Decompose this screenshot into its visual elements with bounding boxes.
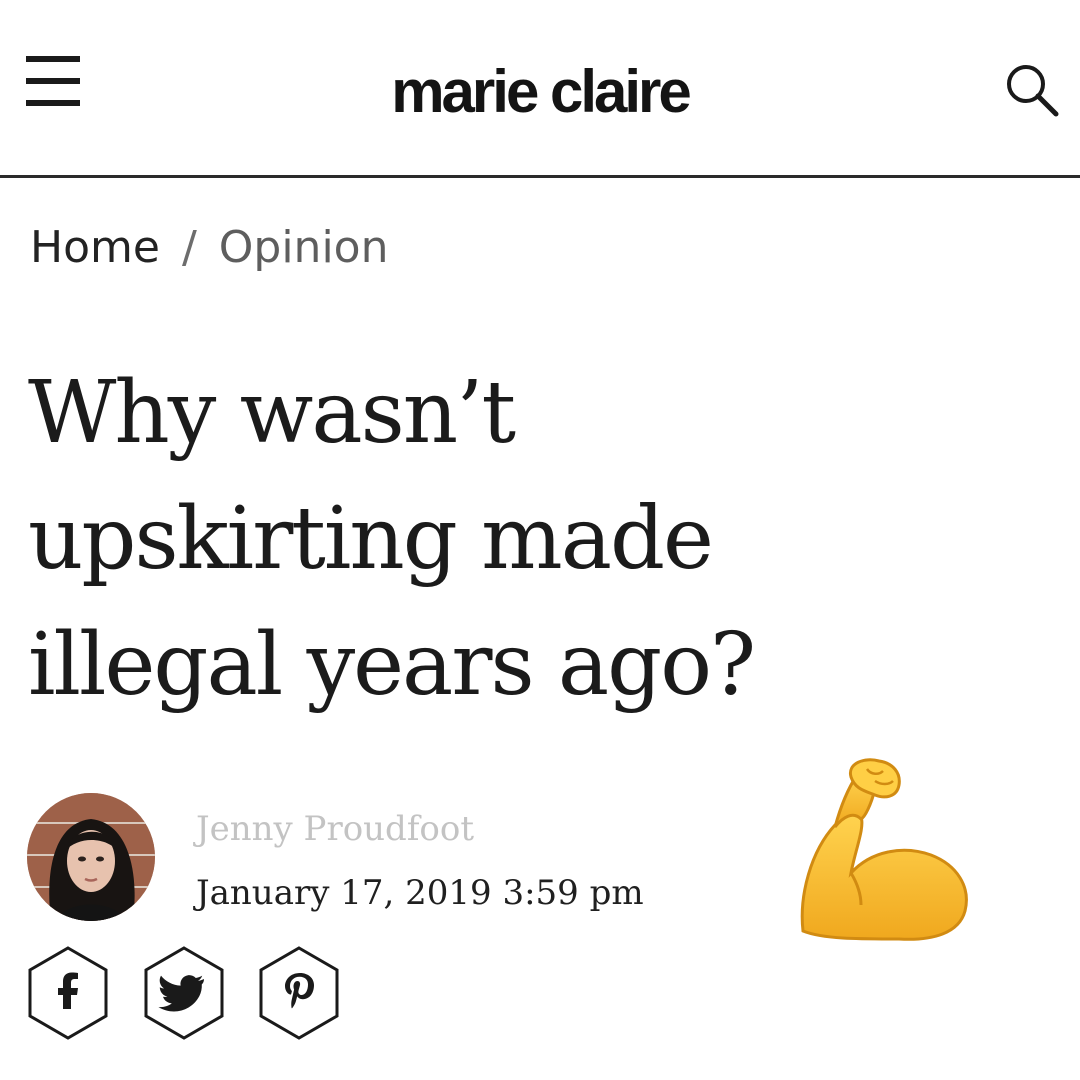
twitter-icon xyxy=(158,975,204,1012)
breadcrumb-home-link[interactable]: Home xyxy=(30,222,160,273)
pinterest-icon xyxy=(285,973,314,1009)
site-header: marie claire xyxy=(0,0,1080,178)
breadcrumb: Home / Opinion xyxy=(30,218,388,278)
headline-line: illegal years ago? xyxy=(28,615,756,715)
share-pinterest-button[interactable] xyxy=(257,945,341,1041)
publish-date: January 17, 2019 3:59 pm xyxy=(196,873,644,913)
facebook-icon xyxy=(58,972,78,1009)
headline-line: upskirting made xyxy=(28,489,714,589)
breadcrumb-separator: / xyxy=(181,222,197,273)
share-facebook-button[interactable] xyxy=(26,945,110,1041)
author-name[interactable]: Jenny Proudfoot xyxy=(196,806,474,852)
breadcrumb-section-link[interactable]: Opinion xyxy=(219,222,389,273)
site-logo[interactable]: marie claire xyxy=(0,52,1080,132)
share-twitter-button[interactable] xyxy=(142,945,226,1041)
author-avatar[interactable] xyxy=(27,793,155,921)
flexed-biceps-emoji xyxy=(795,755,975,945)
article-headline: Why wasn’t upskirting made illegal years… xyxy=(28,350,928,728)
search-icon[interactable] xyxy=(1002,60,1062,120)
headline-line: Why wasn’t xyxy=(28,363,516,463)
